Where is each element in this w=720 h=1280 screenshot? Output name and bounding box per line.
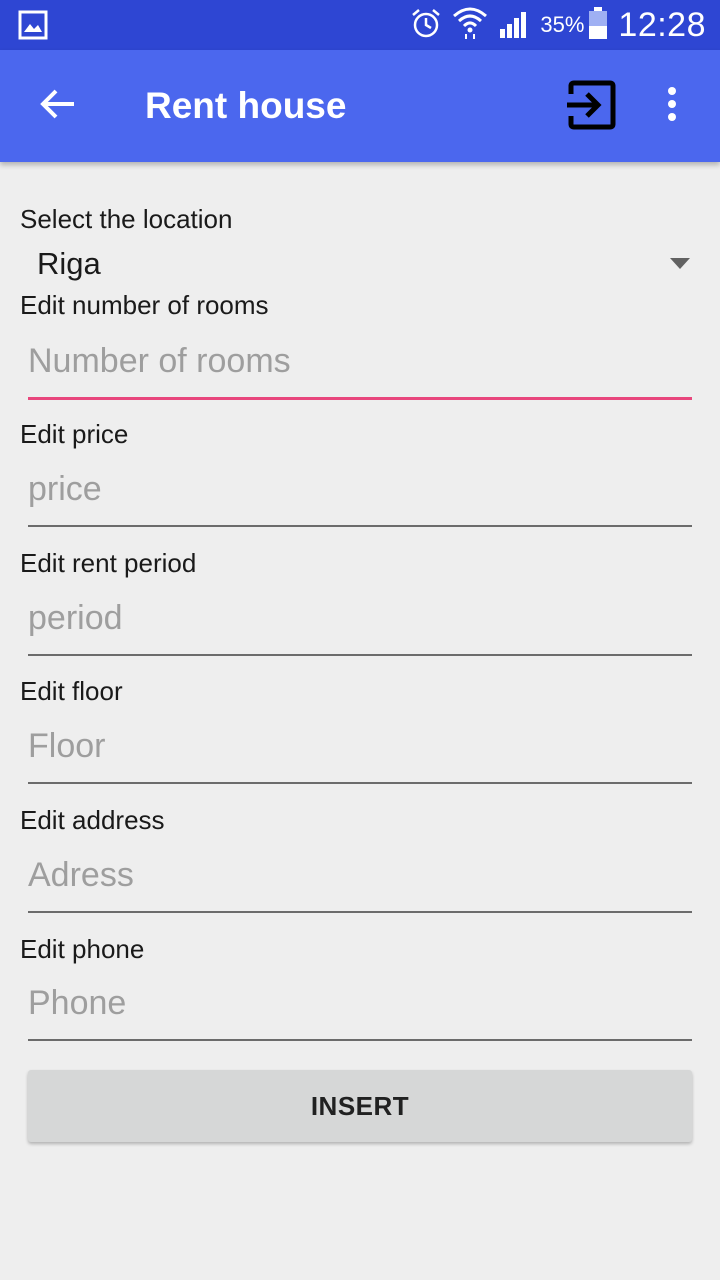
more-options-button[interactable] xyxy=(650,78,694,134)
phone-label: Edit phone xyxy=(20,934,145,964)
page-title: Rent house xyxy=(145,85,347,126)
battery-icon xyxy=(588,6,608,45)
rooms-label: Edit number of rooms xyxy=(20,290,269,320)
insert-button[interactable]: INSERT xyxy=(28,1070,692,1142)
more-vert-icon xyxy=(666,86,678,127)
status-bar: 35% 12:28 xyxy=(0,0,720,50)
cell-signal-icon xyxy=(498,7,532,44)
exit-icon xyxy=(565,80,617,135)
location-value: Riga xyxy=(37,246,101,281)
location-label: Select the location xyxy=(20,204,233,234)
price-label: Edit price xyxy=(20,419,129,449)
floor-input[interactable] xyxy=(28,720,692,784)
rooms-input[interactable] xyxy=(28,336,692,400)
app-bar: Rent house xyxy=(0,50,720,162)
location-spinner[interactable]: Riga xyxy=(20,242,700,292)
phone-input[interactable] xyxy=(28,977,692,1041)
period-input[interactable] xyxy=(28,592,692,656)
back-button[interactable] xyxy=(30,78,86,134)
battery-percent: 35% xyxy=(540,12,585,37)
address-label: Edit address xyxy=(20,805,165,835)
floor-label: Edit floor xyxy=(20,676,123,706)
back-arrow-icon xyxy=(40,88,76,125)
address-input[interactable] xyxy=(28,849,692,913)
gallery-notification-icon xyxy=(18,10,48,40)
period-label: Edit rent period xyxy=(20,548,197,578)
exit-button[interactable] xyxy=(560,78,622,136)
price-input[interactable] xyxy=(28,463,692,527)
alarm-icon xyxy=(410,7,442,44)
wifi-icon xyxy=(452,6,488,45)
dropdown-arrow-icon xyxy=(670,258,690,269)
clock: 12:28 xyxy=(618,5,706,44)
